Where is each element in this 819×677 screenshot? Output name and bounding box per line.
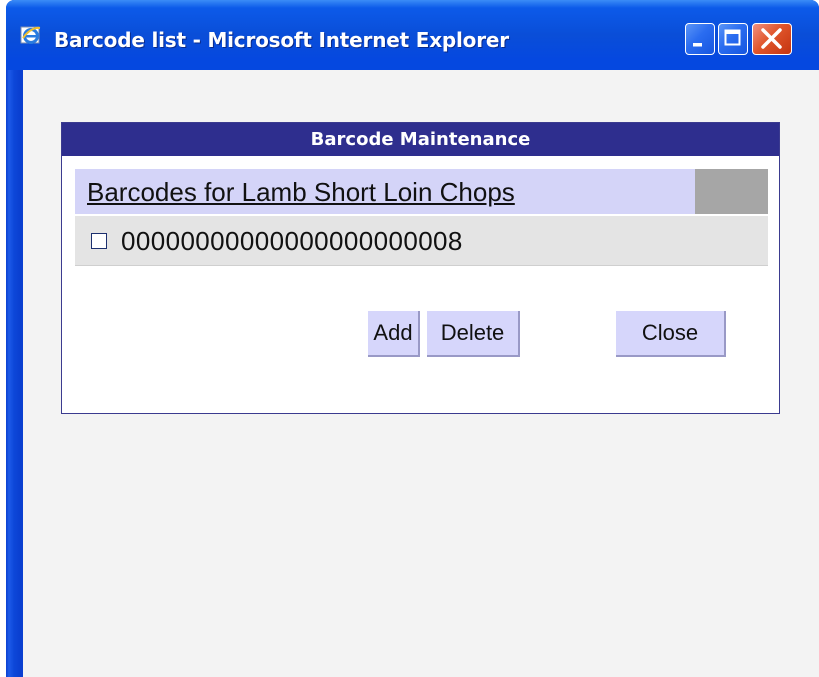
panel-title: Barcode Maintenance: [62, 123, 779, 156]
barcode-checkbox[interactable]: [91, 233, 107, 249]
page-content: Barcode Maintenance Barcodes for Lamb Sh…: [23, 70, 819, 677]
window-title: Barcode list - Microsoft Internet Explor…: [54, 28, 509, 52]
barcode-maintenance-panel: Barcode Maintenance Barcodes for Lamb Sh…: [61, 122, 780, 414]
table-row: 00000000000000000000008: [75, 216, 768, 266]
barcode-value: 00000000000000000000008: [121, 226, 463, 256]
minimize-icon: [693, 43, 702, 47]
browser-window: Barcode list - Microsoft Internet Explor…: [6, 0, 819, 677]
add-button[interactable]: Add: [368, 311, 420, 357]
barcode-list-header-link[interactable]: Barcodes for Lamb Short Loin Chops: [87, 177, 515, 208]
delete-button[interactable]: Delete: [427, 311, 520, 357]
minimize-button[interactable]: [685, 23, 715, 55]
list-header-corner: [695, 169, 768, 214]
title-bar[interactable]: Barcode list - Microsoft Internet Explor…: [6, 0, 819, 70]
maximize-button[interactable]: [718, 23, 748, 55]
close-window-button[interactable]: [752, 23, 792, 55]
ie-icon: [20, 24, 42, 46]
close-icon: [761, 28, 782, 49]
barcode-list-header: Barcodes for Lamb Short Loin Chops: [75, 169, 695, 214]
close-button[interactable]: Close: [616, 311, 726, 357]
maximize-icon: [724, 29, 741, 46]
